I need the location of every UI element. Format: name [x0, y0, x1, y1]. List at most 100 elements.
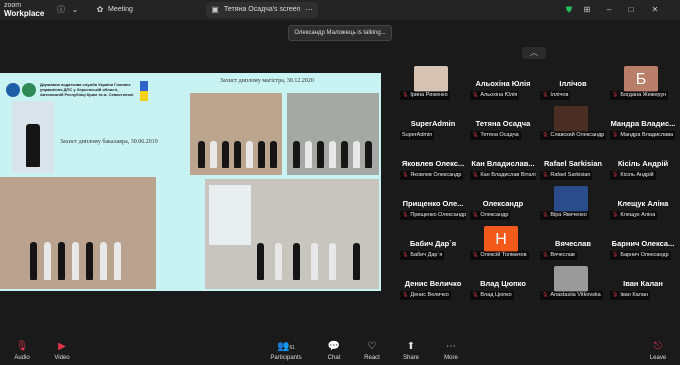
participant-tile[interactable]: 🎙 Віра Якиченко: [538, 186, 608, 220]
participant-tile[interactable]: 🎙 Ірина Риженко: [398, 66, 468, 100]
participant-label-text: Олександр: [480, 212, 509, 218]
participant-label: 🎙 Кісіль Андрій: [610, 171, 656, 180]
participant-tile[interactable]: Тетяна Осадча 🎙 Тетяна Осадча: [468, 106, 538, 140]
mic-muted-icon: 🎙: [472, 252, 479, 258]
more-button[interactable]: ⋯ More: [431, 341, 471, 361]
avatar: [554, 186, 588, 212]
more-label: More: [444, 355, 458, 361]
mic-muted-icon: 🎙: [542, 92, 549, 98]
close-icon[interactable]: ✕: [650, 5, 660, 15]
participant-tile[interactable]: Іван Калан 🎙 Іван Калан: [608, 266, 678, 300]
participant-label: 🎙 Мандра Владислава: [610, 131, 676, 140]
mic-muted-icon: 🎙: [472, 92, 479, 98]
participant-tile[interactable]: Альохіна Юлія 🎙 Альохіна Юлія: [468, 66, 538, 100]
participant-label: 🎙 Вячеслав: [540, 251, 577, 260]
participant-tile[interactable]: Клещук Аліна 🎙 Клещук Аліна: [608, 186, 678, 220]
participant-name: Альохіна Юлія: [475, 79, 531, 88]
photo-group-hall: [287, 93, 379, 175]
photo-group-classroom: [205, 179, 379, 289]
participant-tile[interactable]: Кісіль Андрій 🎙 Кісіль Андрій: [608, 146, 678, 180]
more-icon: ⋯: [446, 341, 456, 352]
participant-tile[interactable]: Вячеслав 🎙 Вячеслав: [538, 226, 608, 260]
mic-muted-icon: 🎙: [612, 252, 619, 258]
mic-muted-icon: 🎙: [612, 172, 619, 178]
chevron-down-icon[interactable]: ⌄: [70, 5, 80, 15]
mic-muted-icon: 🎙: [402, 252, 409, 258]
participant-tile[interactable]: Яковлев Олекс... 🎙 Яковлев Олександр: [398, 146, 468, 180]
participant-name: Мандра Владис...: [610, 119, 676, 128]
participant-label: SuperAdmin: [400, 131, 435, 140]
meeting-label[interactable]: Meeting: [108, 6, 133, 13]
caption-master: Захист диплому магістра, 30.12.2020: [220, 78, 314, 84]
participant-tile[interactable]: Іллічов 🎙 Іллічов: [538, 66, 608, 100]
participant-label: 🎙 Ірина Риженко: [400, 91, 450, 100]
participant-label: 🎙 Іван Калан: [610, 291, 650, 300]
participant-label-text: Кісіль Андрій: [620, 172, 654, 178]
participant-label: 🎙 Альохіна Юлія: [470, 91, 520, 100]
chat-label: Chat: [327, 355, 341, 361]
mic-muted-icon: 🎙: [472, 172, 479, 178]
participant-name: Яковлев Олекс...: [401, 159, 465, 168]
chat-button[interactable]: 💬 Chat: [314, 341, 354, 361]
mic-muted-icon: 🎙: [542, 132, 549, 138]
participant-tile[interactable]: 🎙 Anastasiia Vitkovska: [538, 266, 608, 300]
participant-label: 🎙 Яковлев Олександр: [400, 171, 464, 180]
screen-share-tab[interactable]: ▣ Тетяна Осадча's screen ⋯: [206, 2, 318, 18]
participant-label: 🎙 Віра Якиченко: [540, 211, 589, 220]
participant-label-text: Rafael Sarkisian: [550, 172, 591, 178]
shield-icon[interactable]: ⛊: [564, 5, 574, 15]
participant-tile[interactable]: Олександр 🎙 Олександр: [468, 186, 538, 220]
leave-icon: ⎋: [654, 341, 662, 352]
participant-tile[interactable]: Мандра Владис... 🎙 Мандра Владислава: [608, 106, 678, 140]
meeting-toolbar: 🎙 Audio ▶ Video 👥61 Participants 💬 Chat …: [0, 338, 680, 365]
participant-tile[interactable]: SuperAdmin SuperAdmin: [398, 106, 468, 140]
participant-tile[interactable]: 🎙 Славский Олександр: [538, 106, 608, 140]
participant-label: 🎙 Богдана Жежерун: [610, 91, 669, 100]
audio-button[interactable]: 🎙 Audio: [2, 341, 42, 361]
participant-name: Rafael Sarkisian: [544, 159, 602, 168]
talking-banner: Олександр Маложець is talking...: [288, 25, 392, 41]
share-icon: ⬆: [406, 341, 416, 352]
participant-label-text: Славский Олександр: [550, 132, 605, 138]
view-icon[interactable]: ⊞: [582, 5, 592, 15]
share-button[interactable]: ⬆ Share: [391, 341, 431, 361]
participants-grid: 🎙 Ірина Риженко Альохіна Юлія 🎙 Альохіна Юлі…: [386, 62, 680, 310]
avatar: [414, 66, 448, 92]
participant-tile[interactable]: Н 🎙 Олексій Толмачов: [468, 226, 538, 260]
mic-muted-icon: 🎙: [612, 132, 619, 138]
react-button[interactable]: ♡ React: [352, 341, 392, 361]
participant-label-text: Прищенко Олександр: [410, 212, 466, 218]
participants-button[interactable]: 👥61 Participants: [264, 341, 308, 361]
participant-tile[interactable]: Влад Цюпко 🎙 Влад Цюпко: [468, 266, 538, 300]
collapse-button[interactable]: ︿: [522, 47, 546, 59]
participant-label-text: Клещук Аліна: [620, 212, 656, 218]
info-icon[interactable]: ⓘ: [56, 5, 66, 15]
avatar: [554, 106, 588, 132]
participant-tile[interactable]: Кан Владислав... 🎙Кан Владислав Віталій..…: [468, 146, 538, 180]
participant-name: Іван Калан: [623, 279, 663, 288]
participant-tile[interactable]: Б 🎙 Богдана Жежерун: [608, 66, 678, 100]
participant-label-text: SuperAdmin: [402, 132, 433, 138]
participant-tile[interactable]: Бабич Дар`я 🎙 Бабич Дар`я: [398, 226, 468, 260]
more-options-icon[interactable]: ⋯: [304, 5, 314, 15]
shared-screen: Державна податкова служба України Головн…: [0, 73, 381, 291]
mic-muted-icon: 🎙: [472, 212, 479, 218]
maximize-icon[interactable]: □: [626, 5, 636, 15]
participant-tile[interactable]: Денис Величко 🎙 Денис Величко: [398, 266, 468, 300]
participant-label-text: Богдана Жежерун: [620, 92, 667, 98]
participant-tile[interactable]: Прищенко Оле... 🎙 Прищенко Олександр: [398, 186, 468, 220]
participant-label: 🎙 Клещук Аліна: [610, 211, 658, 220]
participant-label-text: Іллічов: [550, 92, 569, 98]
minimize-icon[interactable]: –: [604, 5, 614, 15]
participant-tile[interactable]: Rafael Sarkisian 🎙 Rafael Sarkisian: [538, 146, 608, 180]
photo-graduate-portrait: [12, 101, 54, 173]
participants-label: Participants: [270, 355, 302, 361]
participant-label: 🎙 Олексій Толмачов: [470, 251, 529, 260]
participant-name: Влад Цюпко: [480, 279, 526, 288]
participant-label: 🎙Кан Владислав Віталій...: [470, 171, 536, 180]
participant-tile[interactable]: Барнич Олекса... 🎙 Барнич Олександр: [608, 226, 678, 260]
participant-label-text: Барнич Олександр: [620, 252, 669, 258]
participant-label-text: Іван Калан: [620, 292, 648, 298]
video-button[interactable]: ▶ Video: [42, 341, 82, 361]
leave-button[interactable]: ⎋ Leave: [638, 341, 678, 361]
